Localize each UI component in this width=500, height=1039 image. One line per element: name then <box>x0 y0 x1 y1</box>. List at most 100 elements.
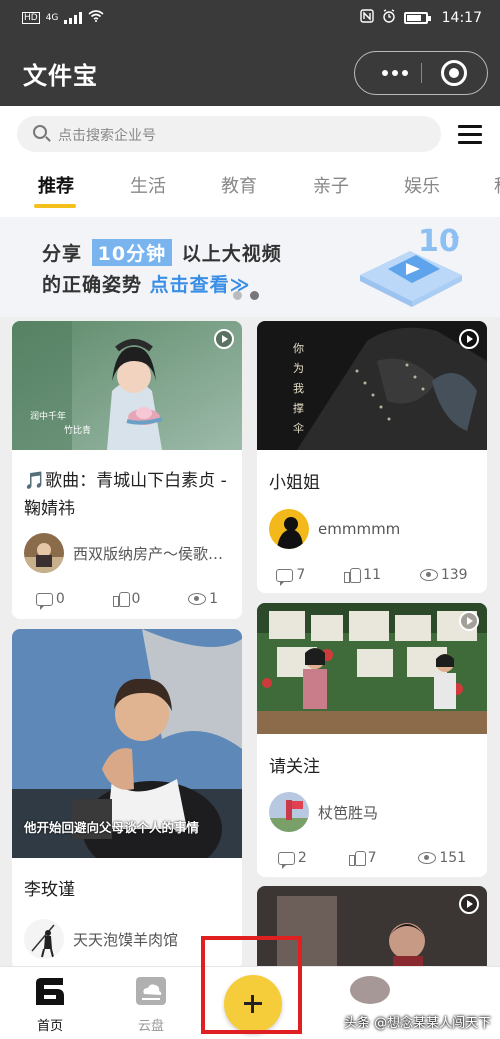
tab-entertainment[interactable]: 娱乐 <box>404 172 440 198</box>
like-stat[interactable]: 0 <box>112 591 141 607</box>
like-count: 0 <box>131 591 141 607</box>
banner-line1: 分享 10分钟 以上大视频 <box>42 239 282 266</box>
author-name: 杖笆胜马 <box>318 803 379 822</box>
avatar <box>269 509 309 549</box>
view-stat: 1 <box>188 591 218 607</box>
thumb-poem-line: 润中千年 <box>30 412 67 422</box>
view-count: 139 <box>440 567 468 583</box>
card-author[interactable]: 西双版纳房产～侯歌… <box>24 533 223 573</box>
comment-stat[interactable]: 7 <box>276 567 306 586</box>
video-card[interactable]: 请关注 杖笆胜马 2 7 151 <box>257 603 487 877</box>
comment-icon <box>276 568 294 586</box>
hd-indicator: HD <box>22 11 40 24</box>
watermark-text: 头条 @想念某某人闯天下 <box>344 1016 492 1031</box>
play-icon <box>459 611 479 631</box>
status-time: 14:17 <box>441 10 482 26</box>
author-name: 天天泡馍羊肉馆 <box>73 930 179 949</box>
tab-science[interactable]: 科 <box>494 172 500 198</box>
avatar <box>24 919 64 959</box>
cloud-disk-icon <box>136 977 166 1005</box>
view-stat: 151 <box>418 850 466 866</box>
annotation-highlight-box <box>201 936 302 1034</box>
card-title: 🎵歌曲：青城山下白素贞 - 鞠婧祎 <box>24 471 227 519</box>
tab-recommend[interactable]: 推荐 <box>38 172 74 198</box>
miniprogram-capsule <box>354 51 488 95</box>
avatar <box>24 533 64 573</box>
comment-stat[interactable]: 0 <box>35 591 65 610</box>
comment-icon <box>35 592 53 610</box>
eye-icon <box>419 569 438 581</box>
play-icon <box>214 329 234 349</box>
active-tab-indicator <box>34 204 76 208</box>
video-subtitle: 他开始回避向父母谈个人的事情 <box>24 820 200 835</box>
signal-icon <box>64 11 83 24</box>
tab-education[interactable]: 教育 <box>221 172 257 198</box>
like-count: 7 <box>367 850 377 866</box>
wifi-icon <box>88 10 104 25</box>
video-thumbnail: 你 为 我 撑 伞 <box>257 321 487 450</box>
card-author[interactable]: emmmmm <box>269 509 400 549</box>
eye-icon <box>188 593 207 605</box>
menu-icon[interactable] <box>458 125 482 145</box>
card-title: 小姐姐 <box>269 473 320 493</box>
view-count: 1 <box>209 591 219 607</box>
banner-pagination <box>233 291 259 300</box>
video-thumbnail: 润中千年 竹比青 <box>12 321 242 450</box>
status-bar: HD 4G 14:17 <box>0 0 500 38</box>
tab-life[interactable]: 生活 <box>130 172 166 198</box>
card-title: 李玫谨 <box>24 880 75 900</box>
thumb-poem-line: 竹比青 <box>64 426 92 436</box>
thumbs-up-icon <box>112 591 130 607</box>
eye-icon <box>418 852 437 864</box>
author-name: emmmmm <box>318 520 401 538</box>
like-stat[interactable]: 7 <box>348 850 377 866</box>
video-card[interactable]: 你 为 我 撑 伞 小姐姐 emmmmm 7 11 139 <box>257 321 487 593</box>
home-icon <box>36 978 64 1005</box>
comment-stat[interactable]: 2 <box>277 850 307 869</box>
banner-highlight: 10分钟 <box>91 239 173 266</box>
comment-count: 7 <box>296 567 306 583</box>
tab-parenting[interactable]: 亲子 <box>313 172 349 198</box>
thumbs-up-icon <box>348 850 366 866</box>
network-type: 4G <box>45 12 59 23</box>
card-stats: 0 0 1 <box>12 591 242 610</box>
video-card[interactable]: 他开始回避向父母谈个人的事情 李玫谨 天天泡馍羊肉馆 <box>12 629 242 969</box>
thumb-vertical-text: 你 为 我 撑 伞 <box>293 342 304 435</box>
promo-banner[interactable]: 分享 10分钟 以上大视频 的正确姿势 点击查看≫ 10 + <box>0 217 500 317</box>
pagination-dot-active[interactable] <box>250 291 259 300</box>
banner-text-video: 以上大视频 <box>181 243 282 265</box>
video-upload-illustration: 10 + <box>360 224 462 307</box>
card-title: 请关注 <box>269 757 320 777</box>
search-icon <box>33 125 47 139</box>
battery-icon <box>403 12 431 24</box>
comment-icon <box>277 851 295 869</box>
app-title: 文件宝 <box>23 62 98 90</box>
card-author[interactable]: 天天泡馍羊肉馆 <box>24 919 178 959</box>
video-card[interactable]: 润中千年 竹比青 🎵歌曲：青城山下白素贞 - 鞠婧祎 西双版纳房产～侯歌… 0 … <box>12 321 242 619</box>
banner-text-method: 的正确姿势 <box>42 274 143 296</box>
like-count: 11 <box>363 567 381 583</box>
feed-header: 点击搜索企业号 推荐 生活 教育 亲子 娱乐 科 <box>0 106 500 217</box>
view-stat: 139 <box>419 567 468 583</box>
card-author[interactable]: 杖笆胜马 <box>269 792 378 832</box>
tab-home[interactable]: 首页 <box>20 975 80 1034</box>
card-stats: 7 11 139 <box>257 567 487 586</box>
close-miniprogram-icon[interactable] <box>441 60 467 86</box>
more-icon[interactable] <box>373 52 417 94</box>
video-thumbnail: 他开始回避向父母谈个人的事情 <box>12 629 242 858</box>
svg-text:+: + <box>450 230 460 244</box>
author-name: 西双版纳房产～侯歌… <box>73 544 224 563</box>
play-icon <box>459 894 479 914</box>
tab-cloud-disk[interactable]: 云盘 <box>121 975 181 1034</box>
banner-line2: 的正确姿势 点击查看≫ <box>42 270 251 297</box>
tab-home-label: 首页 <box>36 1019 63 1034</box>
banner-text-share: 分享 <box>42 243 83 265</box>
card-stats: 2 7 151 <box>257 850 487 869</box>
capsule-divider <box>421 63 422 83</box>
pagination-dot[interactable] <box>233 291 242 300</box>
view-count: 151 <box>439 850 467 866</box>
like-stat[interactable]: 11 <box>344 567 381 583</box>
comment-count: 2 <box>297 850 307 866</box>
alarm-icon <box>382 9 396 27</box>
search-input[interactable]: 点击搜索企业号 <box>17 116 441 152</box>
